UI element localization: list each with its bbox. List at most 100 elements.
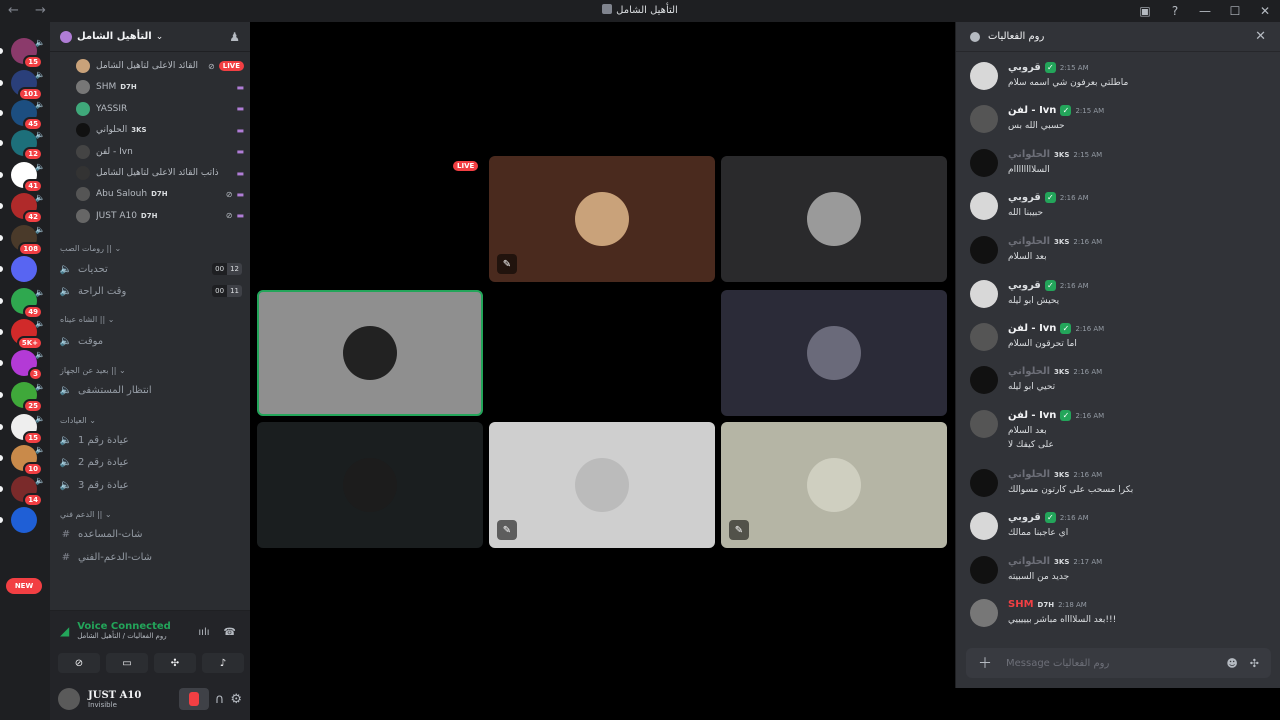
video-tile[interactable]: ✎ [721, 422, 947, 548]
maximize-button[interactable]: ☐ [1220, 0, 1250, 22]
minimize-button[interactable]: — [1190, 0, 1220, 22]
server-icon[interactable]: 🔈 15 [11, 414, 45, 445]
voice-channel-path[interactable]: روم الفعاليات / التأهيل الشامل [77, 632, 171, 640]
channel-item[interactable]: # شات-المساعده [58, 524, 242, 544]
guild-header[interactable]: التأهيل الشامل ⌄ ♟ [50, 22, 250, 52]
channel-item[interactable]: 🔈 موقت [58, 331, 242, 351]
video-tile[interactable]: ✎ [489, 422, 715, 548]
channel-category[interactable]: رومات الصب || ⌄ [60, 244, 121, 253]
avatar[interactable] [970, 192, 998, 220]
channel-category[interactable]: بعيد عن الجهاز || ⌄ [60, 366, 126, 375]
server-icon[interactable]: 🔈 49 [11, 288, 45, 319]
server-icon[interactable]: 🔈 45 [11, 100, 45, 131]
message-author[interactable]: قروبي [1008, 512, 1041, 523]
message-author[interactable]: الحلواني [1008, 556, 1050, 567]
add-member-icon[interactable]: ♟ [229, 30, 240, 44]
video-tile[interactable] [257, 290, 483, 416]
avatar[interactable] [970, 323, 998, 351]
channel-category[interactable]: العيادات ⌄ [60, 416, 96, 425]
video-tile[interactable] [721, 290, 947, 416]
voice-user[interactable]: YASSIR ▬ [76, 99, 244, 119]
message-author[interactable]: قروبي [1008, 192, 1041, 203]
avatar[interactable] [970, 469, 998, 497]
avatar[interactable] [970, 236, 998, 264]
channel-item[interactable]: 🔈 وقت الراحة 00 11 [58, 281, 242, 301]
channel-category[interactable]: الدعم فني || ⌄ [60, 510, 112, 519]
unread-pill [0, 172, 3, 178]
video-tile[interactable]: ✎ [489, 156, 715, 282]
activities-button[interactable]: ✣ [154, 653, 196, 673]
server-icon[interactable]: 🔈 101 [11, 70, 45, 101]
channel-item[interactable]: 🔈 عيادة رقم 3 [58, 475, 242, 495]
close-button[interactable]: ✕ [1250, 0, 1280, 22]
channel-item[interactable]: 🔈 تحديات 00 12 [58, 259, 242, 279]
noise-suppression-icon[interactable]: ıılı [198, 627, 209, 638]
avatar[interactable] [970, 556, 998, 584]
avatar[interactable] [970, 410, 998, 438]
avatar[interactable] [970, 599, 998, 627]
message-author[interactable]: لفن - Ivn [1008, 105, 1056, 116]
avatar[interactable] [58, 688, 80, 710]
emoji-icon[interactable]: ☻ [1226, 657, 1237, 670]
avatar[interactable] [970, 512, 998, 540]
avatar[interactable] [970, 62, 998, 90]
channel-item[interactable]: 🔈 عيادة رقم 1 [58, 430, 242, 450]
server-icon[interactable]: 🔈 3 [11, 350, 45, 381]
video-tile[interactable] [721, 156, 947, 282]
avatar[interactable] [970, 149, 998, 177]
new-badge[interactable]: NEW [6, 578, 42, 594]
channel-category[interactable]: الشاه عيناه || ⌄ [60, 315, 114, 324]
voice-user[interactable]: القائد الاعلى لتأهيل الشامل ⊘ LIVE [76, 56, 244, 76]
server-icon[interactable]: 🔈 10 [11, 445, 45, 476]
message-author[interactable]: الحلواني [1008, 366, 1050, 377]
help-icon[interactable]: ? [1160, 0, 1190, 22]
message-author[interactable]: SHM [1008, 599, 1034, 610]
video-tile[interactable] [257, 422, 483, 548]
server-icon[interactable] [11, 256, 37, 282]
message-author[interactable]: لفن - Ivn [1008, 410, 1056, 421]
plus-icon[interactable]: ＋ [978, 653, 992, 673]
channel-item[interactable]: 🔈 عيادة رقم 2 [58, 452, 242, 472]
server-icon[interactable]: 🔈 108 [11, 225, 45, 256]
channel-item[interactable]: # شات-الدعم-الفني [58, 547, 242, 567]
video-tile[interactable] [489, 290, 715, 416]
server-icon[interactable]: 🔈 15 [11, 38, 45, 69]
voice-user[interactable]: لفن - Ivn ▬ [76, 142, 244, 162]
inbox-icon[interactable]: ▣ [1130, 0, 1160, 22]
close-icon[interactable]: ✕ [1255, 29, 1266, 44]
message-author[interactable]: الحلواني [1008, 469, 1050, 480]
server-icon[interactable]: 🔈 25 [11, 382, 45, 413]
server-icon[interactable]: 🔈 14 [11, 476, 45, 507]
message-input[interactable] [1006, 657, 1206, 669]
settings-icon[interactable]: ⚙ [230, 692, 242, 707]
clan-tag: 3KS [131, 126, 147, 135]
server-icon[interactable]: 🔈 42 [11, 193, 45, 224]
server-icon[interactable]: 🔈 5K+ [11, 319, 45, 350]
voice-user[interactable]: Abu Salouh D7H ⊘ ▬ [76, 184, 244, 204]
soundboard-button[interactable]: ♪ [202, 653, 244, 673]
share-screen-button[interactable]: ▭ [106, 653, 148, 673]
server-icon[interactable] [11, 507, 37, 533]
voice-user[interactable]: JUST A10 D7H ⊘ ▬ [76, 206, 244, 226]
server-icon[interactable]: 🔈 41 [11, 162, 45, 193]
message-author[interactable]: الحلواني [1008, 236, 1050, 247]
avatar[interactable] [970, 280, 998, 308]
camera-button[interactable]: ⊘ [58, 653, 100, 673]
message-author[interactable]: الحلواني [1008, 149, 1050, 160]
voice-user[interactable]: ذاتب القائد الاعلى لتأهيل الشامل ▬ [76, 163, 244, 183]
server-icon[interactable]: 🔈 12 [11, 130, 45, 161]
headset-icon[interactable]: ∩ [215, 692, 225, 707]
mute-button[interactable] [178, 688, 209, 710]
apps-icon[interactable]: ✣ [1250, 657, 1259, 670]
disconnect-icon[interactable]: ☎ [224, 627, 236, 638]
message-author[interactable]: لفن - Ivn [1008, 323, 1056, 334]
voice-user[interactable]: SHM D7H ▬ [76, 77, 244, 97]
message-author[interactable]: قروبي [1008, 62, 1041, 73]
voice-user[interactable]: الحلواني 3KS ▬ [76, 120, 244, 140]
channel-item[interactable]: 🔈 انتظار المستشفى [58, 380, 242, 400]
signal-icon[interactable]: ◢ [60, 624, 69, 638]
mention-badge: 41 [23, 179, 43, 193]
message-author[interactable]: قروبي [1008, 280, 1041, 291]
avatar[interactable] [970, 105, 998, 133]
avatar[interactable] [970, 366, 998, 394]
